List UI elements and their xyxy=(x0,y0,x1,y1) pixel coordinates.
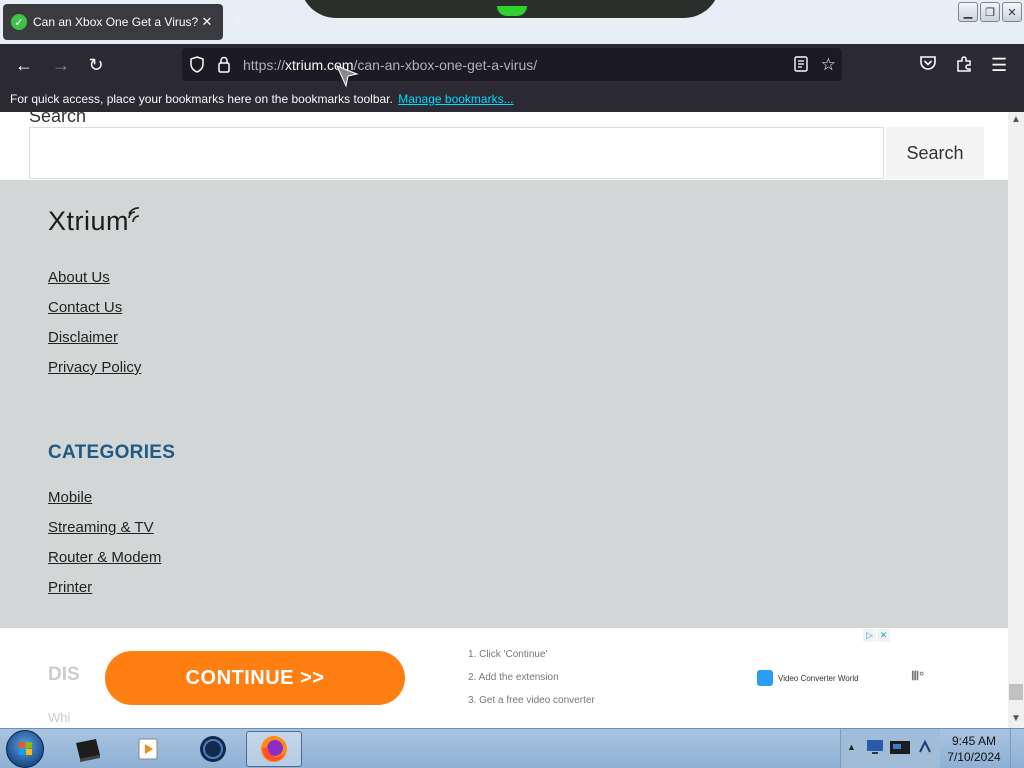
scroll-down-icon[interactable]: ▼ xyxy=(1011,713,1021,724)
site-footer: Xtrium About Us Contact Us Disclaimer Pr… xyxy=(0,180,1008,628)
window-controls: ▁ ❐ ✕ xyxy=(958,2,1022,22)
mouse-cursor-icon xyxy=(335,64,359,93)
site-logo[interactable]: Xtrium xyxy=(48,206,129,237)
clock-date: 7/10/2024 xyxy=(947,750,1001,764)
show-desktop-button[interactable] xyxy=(1010,729,1024,768)
reader-view-icon[interactable] xyxy=(794,56,808,77)
logo-signal-icon xyxy=(126,206,144,229)
scroll-up-icon[interactable]: ▲ xyxy=(1011,114,1021,125)
url-text[interactable]: https://xtrium.com/can-an-xbox-one-get-a… xyxy=(243,57,537,73)
footer-link-disclaimer[interactable]: Disclaimer xyxy=(48,329,118,346)
tab-title: Can an Xbox One Get a Virus? - xyxy=(33,15,199,29)
disclaimer-heading-partial: DIS xyxy=(48,664,80,685)
ad-brand-name: Video Converter World xyxy=(778,673,859,683)
search-label: Search xyxy=(29,112,87,126)
tracking-shield-icon[interactable] xyxy=(189,56,205,78)
tray-device-icon[interactable] xyxy=(889,737,911,762)
bookmark-star-icon[interactable]: ☆ xyxy=(821,55,836,75)
footer-link-about-us[interactable]: About Us xyxy=(48,269,110,286)
ad-close-icon[interactable]: ✕ xyxy=(877,629,890,642)
taskbar-app-media-player[interactable] xyxy=(120,731,176,767)
close-window-icon[interactable]: ✕ xyxy=(1002,2,1022,22)
search-button[interactable]: Search xyxy=(886,127,984,179)
page-scrollbar[interactable]: ▲ ▼ xyxy=(1008,112,1024,728)
menu-icon[interactable]: ☰ xyxy=(991,55,1007,76)
ad-brand[interactable]: Video Converter World xyxy=(757,670,859,686)
category-link-printer[interactable]: Printer xyxy=(48,579,92,596)
window-titlebar: ✓ Can an Xbox One Get a Virus? - ✕ + ▁ ❐… xyxy=(0,0,1024,44)
advertisement-banner[interactable]: CONTINUE >> 1. Click 'Continue' 2. Add t… xyxy=(82,628,890,728)
category-link-router-modem[interactable]: Router & Modem xyxy=(48,549,161,566)
back-arrow-icon[interactable]: ← xyxy=(13,54,35,76)
footer-link-contact-us[interactable]: Contact Us xyxy=(48,299,122,316)
tray-network-icon[interactable] xyxy=(917,739,933,760)
search-input[interactable] xyxy=(29,127,884,179)
reload-icon[interactable]: ↻ xyxy=(85,54,107,76)
adchoices-icon[interactable]: ▷ xyxy=(863,629,876,642)
categories-heading: CATEGORIES xyxy=(48,442,176,463)
close-tab-icon[interactable]: ✕ xyxy=(199,14,215,30)
video-converter-icon xyxy=(757,670,773,686)
taskbar-app-globe[interactable] xyxy=(185,731,241,767)
category-link-mobile[interactable]: Mobile xyxy=(48,489,92,506)
clock-time: 9:45 AM xyxy=(951,734,997,748)
new-tab-icon[interactable]: + xyxy=(234,11,245,32)
forward-arrow-icon[interactable]: → xyxy=(50,54,72,76)
bookmarks-message: For quick access, place your bookmarks h… xyxy=(10,92,393,106)
manage-bookmarks-link[interactable]: Manage bookmarks... xyxy=(398,92,513,106)
browser-tab[interactable]: ✓ Can an Xbox One Get a Virus? - ✕ xyxy=(3,4,223,40)
address-bar[interactable]: https://xtrium.com/can-an-xbox-one-get-a… xyxy=(182,48,842,81)
taskbar-app-firefox[interactable] xyxy=(246,731,302,767)
start-button[interactable] xyxy=(6,730,44,768)
ad-controls: ▷ ✕ xyxy=(863,629,890,642)
taskbar-clock[interactable]: 9:45 AM 7/10/2024 xyxy=(940,733,1008,765)
disclaimer-text-partial: Whi xyxy=(48,710,71,725)
minimize-icon[interactable]: ▁ xyxy=(958,2,978,22)
scrollbar-thumb[interactable] xyxy=(1009,684,1023,700)
ad-step-3: 3. Get a free video converter xyxy=(468,695,595,706)
extensions-icon[interactable] xyxy=(955,55,973,78)
tray-display-icon[interactable] xyxy=(865,737,885,762)
site-check-icon: ✓ xyxy=(11,14,27,30)
pocket-icon[interactable] xyxy=(919,55,937,76)
bookmarks-toolbar: For quick access, place your bookmarks h… xyxy=(0,86,1024,112)
ad-network-icon: Ⅲ° xyxy=(911,669,925,683)
system-tray: ▲ xyxy=(840,729,940,768)
taskbar: ▲ 9:45 AM 7/10/2024 xyxy=(0,728,1024,768)
tray-expand-icon[interactable]: ▲ xyxy=(847,742,856,752)
taskbar-app-media-center[interactable] xyxy=(60,731,116,767)
restore-icon[interactable]: ❐ xyxy=(980,2,1000,22)
ad-step-2: 2. Add the extension xyxy=(468,672,559,683)
category-link-streaming-tv[interactable]: Streaming & TV xyxy=(48,519,154,536)
ad-step-1: 1. Click 'Continue' xyxy=(468,649,548,660)
ad-continue-button[interactable]: CONTINUE >> xyxy=(105,651,405,705)
lock-icon[interactable] xyxy=(217,56,231,78)
navigation-toolbar: ← → ↻ https://xtrium.com/can-an-xbox-one… xyxy=(0,44,1024,86)
footer-link-privacy-policy[interactable]: Privacy Policy xyxy=(48,359,141,376)
